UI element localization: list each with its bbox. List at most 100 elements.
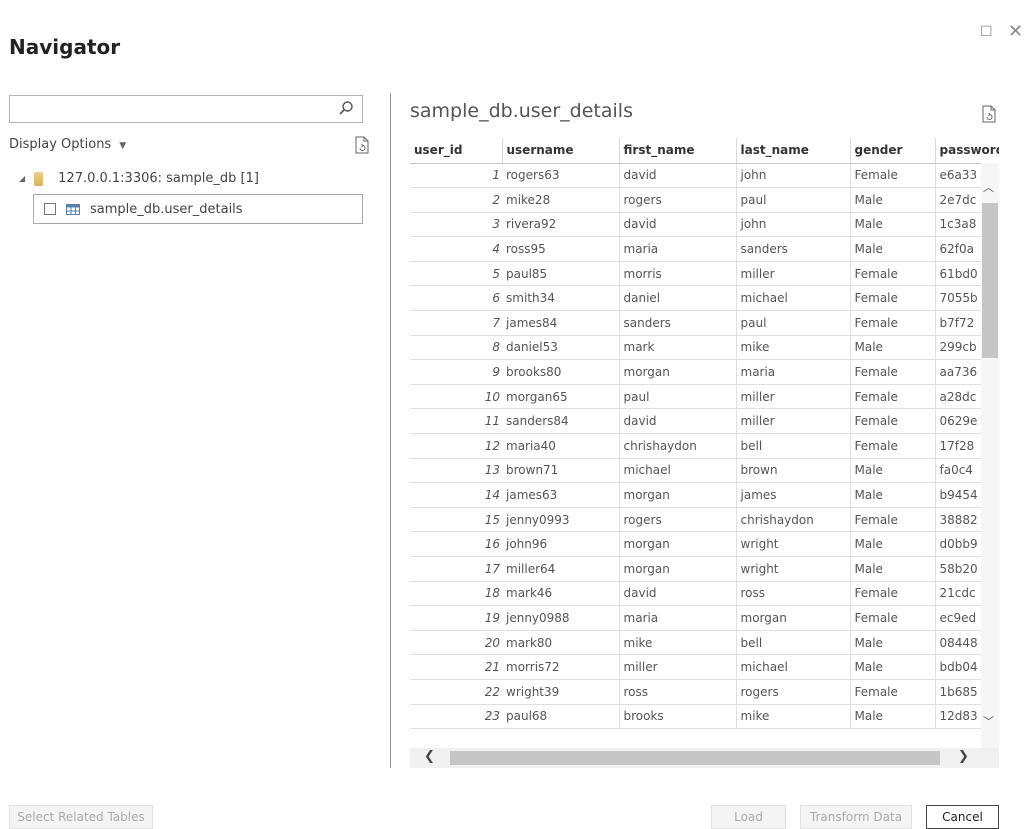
table-cell: mike28 [502,187,620,213]
table-row: 22 wright39 ross rogers Female 1b685 [410,679,999,705]
table-cell: Female [850,261,936,287]
transform-data-button[interactable]: Transform Data [800,805,912,829]
table-cell: morgan [619,556,737,582]
table-row: 2 mike28 rogers paul Male 2e7dc [410,187,999,213]
table-cell: 9 [410,359,502,385]
table-cell: james84 [502,310,620,336]
table-cell: david [619,581,737,607]
table-cell: morgan [619,531,737,557]
tree-root-server[interactable]: ◢ 127.0.0.1:3306: sample_db [1] [19,171,259,186]
table-cell: daniel53 [502,335,620,361]
expand-triangle-icon[interactable]: ◢ [19,174,25,183]
scroll-left-icon[interactable]: ❮ [424,749,435,764]
tree-item-label: sample_db.user_details [90,201,243,217]
table-cell: michael [736,285,851,312]
table-row: 23 paul68 brooks mike Male 12d83 [410,704,999,730]
table-cell: Female [850,359,936,385]
table-cell: 16 [410,531,502,557]
table-cell: sanders [619,310,737,336]
table-cell: Male [850,236,936,262]
table-cell: Female [850,605,936,631]
table-cell: rogers [619,187,737,213]
table-cell: Female [850,310,936,336]
table-cell: mark46 [502,581,620,607]
column-header[interactable]: username [502,138,620,164]
table-cell: david [619,212,737,238]
column-header[interactable]: first_name [619,138,737,164]
table-cell: brooks [619,704,737,730]
table-cell: chrishaydon [619,433,737,459]
scroll-up-icon[interactable]: ︿ [983,179,994,195]
table-cell: Female [850,163,936,189]
table-row: 9 brooks80 morgan maria Female aa736 [410,359,999,385]
table-cell: morgan [619,359,737,385]
table-cell: morgan65 [502,384,620,410]
table-cell: 21 [410,654,502,680]
table-cell: Female [850,285,936,312]
vertical-scroll-thumb[interactable] [982,203,998,358]
table-cell: Male [850,212,936,238]
table-cell: sanders [736,236,851,262]
column-header[interactable]: gender [850,138,936,164]
display-options-dropdown[interactable]: Display Options ▼ [9,137,126,152]
table-cell: mike [736,704,851,730]
table-cell: Female [850,581,936,607]
cancel-button[interactable]: Cancel [926,805,999,829]
table-cell: 10 [410,384,502,410]
table-cell: paul85 [502,261,620,287]
table-cell: ross [619,679,737,705]
table-cell: mark [619,335,737,361]
table-cell: 2 [410,187,502,213]
search-icon[interactable] [338,100,354,116]
horizontal-scrollbar[interactable]: ❮ ❯ [410,748,999,768]
table-cell: 6 [410,285,502,312]
scroll-down-icon[interactable]: ﹀ [983,713,994,729]
table-cell: 5 [410,261,502,287]
table-checkbox[interactable] [44,203,56,215]
table-cell: maria [619,236,737,262]
table-cell: Male [850,187,936,213]
table-cell: miller [736,384,851,410]
close-button[interactable]: ✕ [1008,21,1023,42]
table-header-row: user_id username first_name last_name gender… [410,138,999,164]
table-cell: 1 [410,163,502,189]
vertical-scrollbar[interactable]: ︿ ﹀ [981,163,999,750]
tree-root-label: 127.0.0.1:3306: sample_db [1] [58,171,259,186]
search-input[interactable] [9,95,363,123]
table-cell: 20 [410,630,502,656]
maximize-button[interactable]: ☐ [980,24,993,40]
table-cell: mark80 [502,630,620,656]
horizontal-scroll-thumb[interactable] [450,751,940,765]
scroll-right-icon[interactable]: ❯ [958,749,969,764]
table-cell: morgan [736,605,851,631]
table-cell: Male [850,556,936,582]
table-cell: paul [736,310,851,336]
table-cell: Male [850,704,936,730]
table-cell: paul [619,384,737,410]
table-cell: michael [736,654,851,680]
column-header[interactable]: user_id [410,138,503,164]
table-cell: ross95 [502,236,620,262]
select-related-tables-button[interactable]: Select Related Tables [9,805,153,829]
tree-item-user-details[interactable]: sample_db.user_details [33,194,363,224]
table-cell: 17 [410,556,502,582]
preview-title: sample_db.user_details [410,100,633,122]
load-button[interactable]: Load [711,805,786,829]
table-row: 18 mark46 david ross Female 21cdc [410,581,999,607]
table-cell: Female [850,408,936,435]
column-header[interactable]: password [935,138,999,164]
column-header[interactable]: last_name [736,138,851,164]
table-cell: Male [850,531,936,557]
table-row: 5 paul85 morris miller Female 61bd0 [410,261,999,287]
dialog-title: Navigator [9,35,121,59]
refresh-preview-icon[interactable] [982,105,996,123]
table-cell: jenny0988 [502,605,620,631]
table-cell: wright [736,531,851,557]
table-row: 13 brown71 michael brown Male fa0c4 [410,458,999,484]
table-row: 4 ross95 maria sanders Male 62f0a [410,236,999,262]
table-cell: miller [736,408,851,435]
refresh-page-icon[interactable] [355,136,369,154]
table-cell: 12 [410,433,502,459]
table-cell: Female [850,384,936,410]
table-cell: Male [850,654,936,680]
